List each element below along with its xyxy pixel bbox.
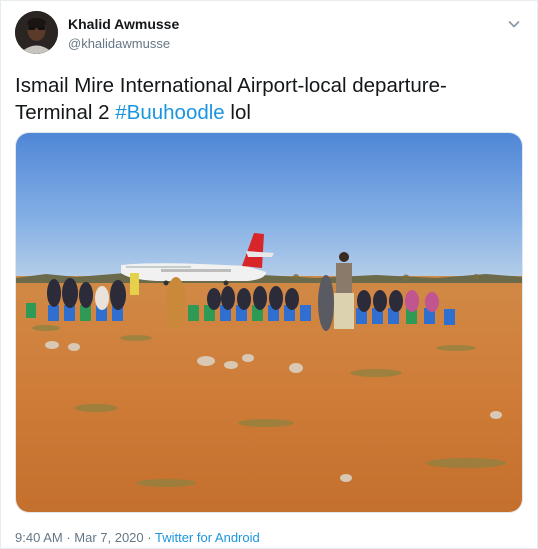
tweet-photo[interactable] xyxy=(15,132,523,513)
avatar[interactable] xyxy=(15,11,58,54)
airport-photo xyxy=(16,133,522,512)
avatar-image xyxy=(15,11,58,54)
tweet-time[interactable]: 9:40 AM xyxy=(15,530,63,545)
meta-separator: · xyxy=(62,530,75,545)
tweet-text-tail: lol xyxy=(224,101,251,124)
author-name[interactable]: Khalid Awmusse xyxy=(68,16,179,32)
tweet-date[interactable]: Mar 7, 2020 xyxy=(74,530,143,545)
hashtag-link[interactable]: #Buuhoodle xyxy=(115,101,224,124)
author-handle[interactable]: @khalidawmusse xyxy=(68,36,170,51)
tweet-meta: 9:40 AM · Mar 7, 2020 · Twitter for Andr… xyxy=(15,530,260,545)
tweet-source-link[interactable]: Twitter for Android xyxy=(155,530,260,545)
tweet-text: Ismail Mire International Airport-local … xyxy=(15,72,520,126)
meta-separator: · xyxy=(143,530,155,545)
chevron-down-icon[interactable] xyxy=(505,15,523,33)
tweet-card[interactable]: Khalid Awmusse @khalidawmusse Ismail Mir… xyxy=(0,0,538,549)
